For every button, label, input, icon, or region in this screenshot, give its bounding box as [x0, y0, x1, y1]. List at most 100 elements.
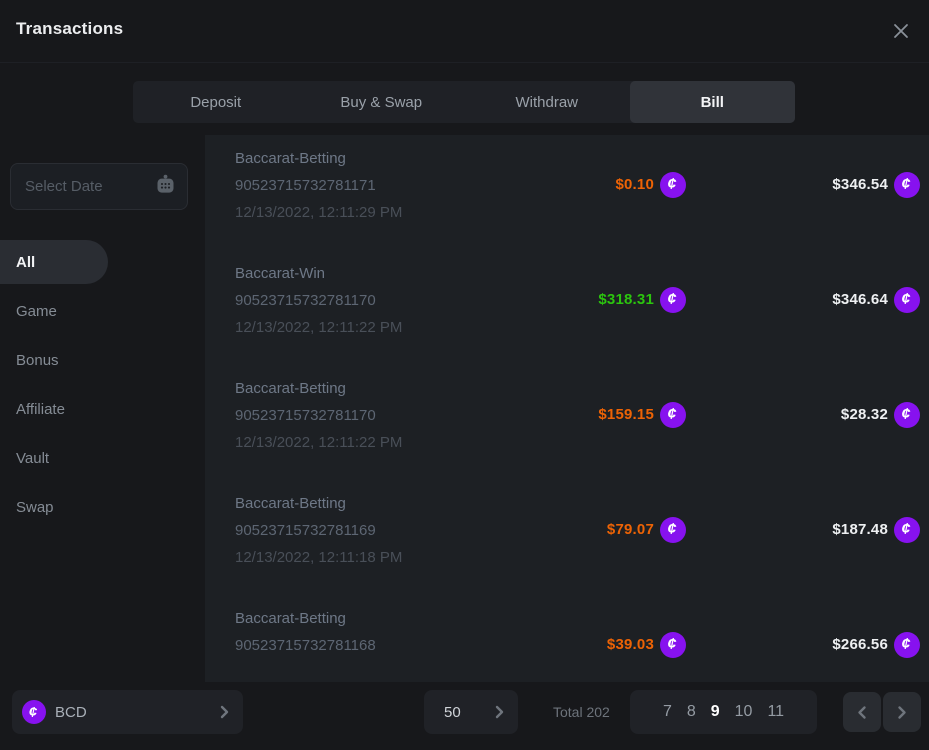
- filter-label: Vault: [16, 450, 49, 467]
- transaction-amount-cell: $159.15 ¢: [598, 401, 686, 428]
- date-picker-input[interactable]: Select Date: [10, 163, 188, 210]
- transaction-title: Baccarat-Betting: [235, 490, 929, 517]
- bcd-coin-icon: ¢: [660, 632, 686, 658]
- filter-item[interactable]: Game: [0, 289, 108, 333]
- bcd-coin-icon: ¢: [894, 517, 920, 543]
- transaction-amount-cell: $79.07 ¢: [607, 516, 686, 543]
- page-number[interactable]: 9: [711, 703, 720, 721]
- transaction-amount: $159.15: [598, 406, 654, 423]
- next-page-button[interactable]: [883, 692, 921, 732]
- total-count-label: Total 202: [553, 690, 610, 734]
- page-size-value: 50: [444, 704, 495, 721]
- page-number[interactable]: 8: [687, 703, 696, 721]
- filter-item[interactable]: Vault: [0, 436, 108, 480]
- transactions-modal: Transactions Deposit Buy & Swap Withdraw…: [0, 0, 929, 750]
- sidebar: Select Date All Game Bonus: [0, 135, 205, 682]
- transaction-tabs: Deposit Buy & Swap Withdraw Bill: [133, 81, 795, 123]
- bcd-coin-icon: ¢: [660, 402, 686, 428]
- chevron-right-icon: [220, 705, 229, 719]
- transaction-id: 90523715732781170: [235, 402, 929, 429]
- transaction-balance: $266.56: [832, 636, 888, 653]
- transaction-id: 90523715732781170: [235, 287, 929, 314]
- chevron-right-icon: [897, 705, 907, 720]
- filter-list: All Game Bonus Affiliate Vault Swap: [0, 240, 205, 534]
- transaction-title: Baccarat-Betting: [235, 145, 929, 172]
- transaction-id: 90523715732781168: [235, 632, 929, 659]
- page-number[interactable]: 11: [767, 703, 784, 721]
- transaction-title: Baccarat-Betting: [235, 375, 929, 402]
- filter-label: Swap: [16, 499, 54, 516]
- tab-label: Deposit: [190, 94, 241, 111]
- transaction-amount: $39.03: [607, 636, 654, 653]
- transaction-date: 12/13/2022, 12:11:18 PM: [235, 544, 929, 571]
- transaction-balance-cell: $187.48 ¢: [832, 516, 920, 543]
- transaction-balance: $187.48: [832, 521, 888, 538]
- bcd-coin-icon: ¢: [894, 172, 920, 198]
- close-icon: [893, 23, 909, 39]
- filter-item[interactable]: All: [0, 240, 108, 284]
- currency-label: BCD: [55, 704, 220, 721]
- transaction-amount-cell: $318.31 ¢: [598, 286, 686, 313]
- transaction-date: 12/13/2022, 12:11:29 PM: [235, 199, 929, 226]
- transaction-amount: $0.10: [615, 176, 654, 193]
- bcd-coin-icon: ¢: [894, 632, 920, 658]
- transaction-row[interactable]: Baccarat-Betting 90523715732781168 $39.0…: [205, 595, 929, 682]
- transaction-row[interactable]: Baccarat-Win 90523715732781170 12/13/202…: [205, 250, 929, 365]
- pagination: 7 8 9 10 11: [630, 690, 817, 734]
- filter-label: All: [16, 254, 35, 271]
- transaction-list: Baccarat-Betting 90523715732781171 12/13…: [205, 135, 929, 682]
- chevron-left-icon: [857, 705, 867, 720]
- transaction-balance: $28.32: [841, 406, 888, 423]
- transaction-date: 12/13/2022, 12:11:22 PM: [235, 314, 929, 341]
- transaction-row[interactable]: Baccarat-Betting 90523715732781170 12/13…: [205, 365, 929, 480]
- transaction-amount: $79.07: [607, 521, 654, 538]
- tab-item[interactable]: Deposit: [133, 81, 299, 123]
- modal-title: Transactions: [16, 19, 123, 39]
- transaction-amount: $318.31: [598, 291, 654, 308]
- filter-label: Affiliate: [16, 401, 65, 418]
- close-button[interactable]: [887, 17, 915, 45]
- bcd-coin-icon: ¢: [894, 287, 920, 313]
- tab-item[interactable]: Buy & Swap: [299, 81, 465, 123]
- currency-selector[interactable]: ¢ BCD: [12, 690, 243, 734]
- transaction-balance-cell: $266.56 ¢: [832, 631, 920, 658]
- transaction-balance-cell: $28.32 ¢: [841, 401, 920, 428]
- tab-label: Bill: [701, 94, 724, 111]
- transaction-date: 12/13/2022, 12:11:22 PM: [235, 429, 929, 456]
- transaction-title: Baccarat-Win: [235, 260, 929, 287]
- tab-item[interactable]: Bill: [630, 81, 796, 123]
- filter-item[interactable]: Bonus: [0, 338, 108, 382]
- transaction-row[interactable]: Baccarat-Betting 90523715732781171 12/13…: [205, 135, 929, 250]
- calendar-icon: [156, 174, 175, 199]
- page-number[interactable]: 10: [735, 703, 753, 721]
- page-number[interactable]: 7: [663, 703, 672, 721]
- transaction-amount-cell: $0.10 ¢: [615, 171, 686, 198]
- filter-item[interactable]: Affiliate: [0, 387, 108, 431]
- transaction-row[interactable]: Baccarat-Betting 90523715732781169 12/13…: [205, 480, 929, 595]
- bcd-coin-icon: ¢: [22, 700, 46, 724]
- tab-label: Buy & Swap: [340, 94, 422, 111]
- transaction-id: 90523715732781169: [235, 517, 929, 544]
- filter-item[interactable]: Swap: [0, 485, 108, 529]
- bcd-coin-icon: ¢: [894, 402, 920, 428]
- footer-bar: ¢ BCD 50 Total 202 7 8 9 10 11: [0, 682, 929, 750]
- page-size-selector[interactable]: 50: [424, 690, 518, 734]
- prev-page-button[interactable]: [843, 692, 881, 732]
- filter-label: Bonus: [16, 352, 59, 369]
- tab-label: Withdraw: [515, 94, 578, 111]
- transaction-amount-cell: $39.03 ¢: [607, 631, 686, 658]
- transaction-balance-cell: $346.64 ¢: [832, 286, 920, 313]
- transaction-title: Baccarat-Betting: [235, 605, 929, 632]
- transaction-balance: $346.64: [832, 291, 888, 308]
- date-placeholder: Select Date: [25, 178, 156, 195]
- bcd-coin-icon: ¢: [660, 517, 686, 543]
- modal-header: Transactions: [0, 0, 929, 63]
- transaction-balance: $346.54: [832, 176, 888, 193]
- bcd-coin-icon: ¢: [660, 172, 686, 198]
- chevron-right-icon: [495, 705, 504, 719]
- tab-item[interactable]: Withdraw: [464, 81, 630, 123]
- filter-label: Game: [16, 303, 57, 320]
- transaction-balance-cell: $346.54 ¢: [832, 171, 920, 198]
- bcd-coin-icon: ¢: [660, 287, 686, 313]
- transaction-id: 90523715732781171: [235, 172, 929, 199]
